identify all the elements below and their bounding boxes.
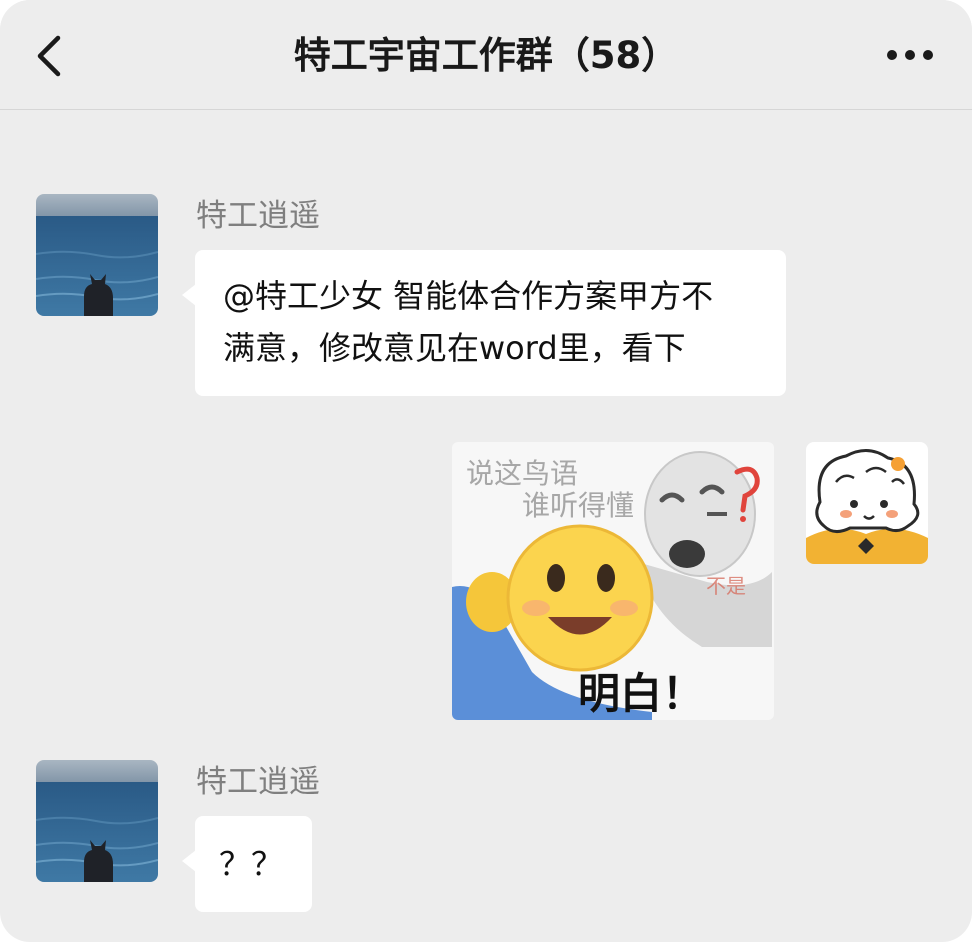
avatar-cat-sea-image [36, 760, 158, 882]
more-dots-icon [887, 50, 933, 60]
avatar-cat-sea-image [36, 194, 158, 316]
avatar-cartoon-girl-image [806, 442, 928, 564]
self-avatar[interactable] [806, 442, 928, 564]
chat-screen: 特工宇宙工作群（58） 特工逍遥 @特工少女 智能体合作方案甲方不 满意，修改意… [0, 0, 972, 942]
message-text: ？？ [219, 845, 284, 883]
message-bubble[interactable]: ？？ [182, 816, 312, 912]
sticker-caption: 明白！ [578, 669, 705, 718]
message-text-line: @特工少女 智能体合作方案甲方不 [223, 277, 714, 315]
sticker-image[interactable]: 说这鸟语 谁听得懂 不是 明白！ [452, 442, 774, 720]
sticker-text: 谁听得懂 [522, 489, 635, 522]
sender-name: 特工逍遥 [196, 198, 320, 234]
more-button[interactable] [880, 40, 940, 70]
message-text-line: 满意，修改意见在word里，看下 [223, 329, 686, 367]
chat-title: 特工宇宙工作群（58） [293, 34, 679, 77]
sender-name: 特工逍遥 [196, 764, 320, 800]
sender-avatar[interactable] [36, 760, 158, 882]
sender-avatar[interactable] [36, 194, 158, 316]
sticker-text: 不是 [706, 574, 746, 598]
message-bubble[interactable]: @特工少女 智能体合作方案甲方不 满意，修改意见在word里，看下 [182, 250, 786, 396]
chat-header: 特工宇宙工作群（58） [0, 0, 972, 110]
